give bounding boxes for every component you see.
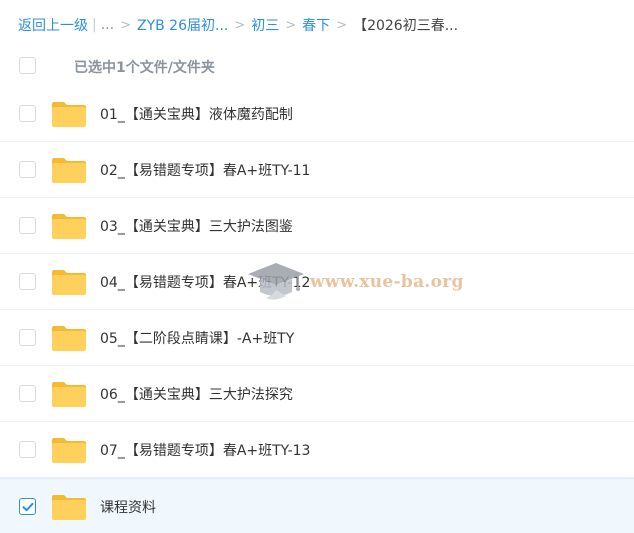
row-checkbox[interactable] — [19, 441, 36, 458]
list-item[interactable]: 03_【通关宝典】三大护法图鉴 — [0, 198, 634, 254]
file-name[interactable]: 06_【通关宝典】三大护法探究 — [100, 384, 293, 404]
list-item[interactable]: 07_【易错题专项】春A+班TY-13 — [0, 422, 634, 478]
folder-icon — [52, 102, 86, 127]
file-name[interactable]: 04_【易错题专项】春A+班TY-12 — [100, 272, 310, 292]
row-checkbox[interactable] — [19, 105, 36, 122]
row-checkbox[interactable] — [19, 385, 36, 402]
folder-icon — [52, 270, 86, 295]
folder-icon — [52, 495, 86, 520]
list-item[interactable]: 04_【易错题专项】春A+班TY-12 — [0, 254, 634, 310]
breadcrumb-item-chusan[interactable]: 初三 — [251, 15, 279, 35]
row-checkbox-checked[interactable] — [19, 498, 36, 515]
row-checkbox[interactable] — [19, 273, 36, 290]
breadcrumb-separator: > — [285, 17, 297, 33]
folder-icon — [52, 382, 86, 407]
row-checkbox[interactable] — [19, 217, 36, 234]
back-link[interactable]: 返回上一级 — [18, 15, 88, 35]
folder-icon — [52, 438, 86, 463]
breadcrumb: 返回上一级 | ... > ZYB 26届初... > 初三 > 春下 > 【2… — [18, 14, 458, 36]
list-item-selected[interactable]: 课程资料 — [0, 478, 634, 533]
breadcrumb-separator: > — [120, 17, 131, 33]
breadcrumb-ellipsis[interactable]: ... — [101, 17, 114, 33]
row-checkbox[interactable] — [19, 161, 36, 178]
file-name[interactable]: 01_【通关宝典】液体魔药配制 — [100, 104, 293, 124]
breadcrumb-current: 【2026初三春... — [353, 18, 459, 34]
folder-icon — [52, 214, 86, 239]
file-name[interactable]: 05_【二阶段点睛课】-A+班TY — [100, 328, 294, 348]
file-name[interactable]: 课程资料 — [100, 497, 156, 517]
file-list: 01_【通关宝典】液体魔药配制 02_【易错题专项】春A+班TY-11 03_【… — [0, 86, 634, 533]
list-item[interactable]: 02_【易错题专项】春A+班TY-11 — [0, 142, 634, 198]
list-item[interactable]: 06_【通关宝典】三大护法探究 — [0, 366, 634, 422]
breadcrumb-item-zyb[interactable]: ZYB 26届初... — [137, 15, 228, 35]
checkmark-icon — [22, 502, 34, 512]
selection-count-text: 已选中1个文件/文件夹 — [74, 60, 215, 76]
breadcrumb-item-chunxia[interactable]: 春下 — [302, 15, 330, 35]
breadcrumb-separator: > — [336, 17, 348, 33]
select-all-checkbox[interactable] — [19, 57, 36, 74]
breadcrumb-separator: > — [234, 17, 246, 33]
list-item[interactable]: 05_【二阶段点睛课】-A+班TY — [0, 310, 634, 366]
file-name[interactable]: 07_【易错题专项】春A+班TY-13 — [100, 440, 310, 460]
row-checkbox[interactable] — [19, 329, 36, 346]
file-name[interactable]: 02_【易错题专项】春A+班TY-11 — [100, 160, 310, 180]
breadcrumb-pipe: | — [92, 17, 97, 33]
selection-header: 已选中1个文件/文件夹 — [0, 46, 634, 86]
file-name[interactable]: 03_【通关宝典】三大护法图鉴 — [100, 216, 293, 236]
folder-icon — [52, 158, 86, 183]
list-item[interactable]: 01_【通关宝典】液体魔药配制 — [0, 86, 634, 142]
folder-icon — [52, 326, 86, 351]
